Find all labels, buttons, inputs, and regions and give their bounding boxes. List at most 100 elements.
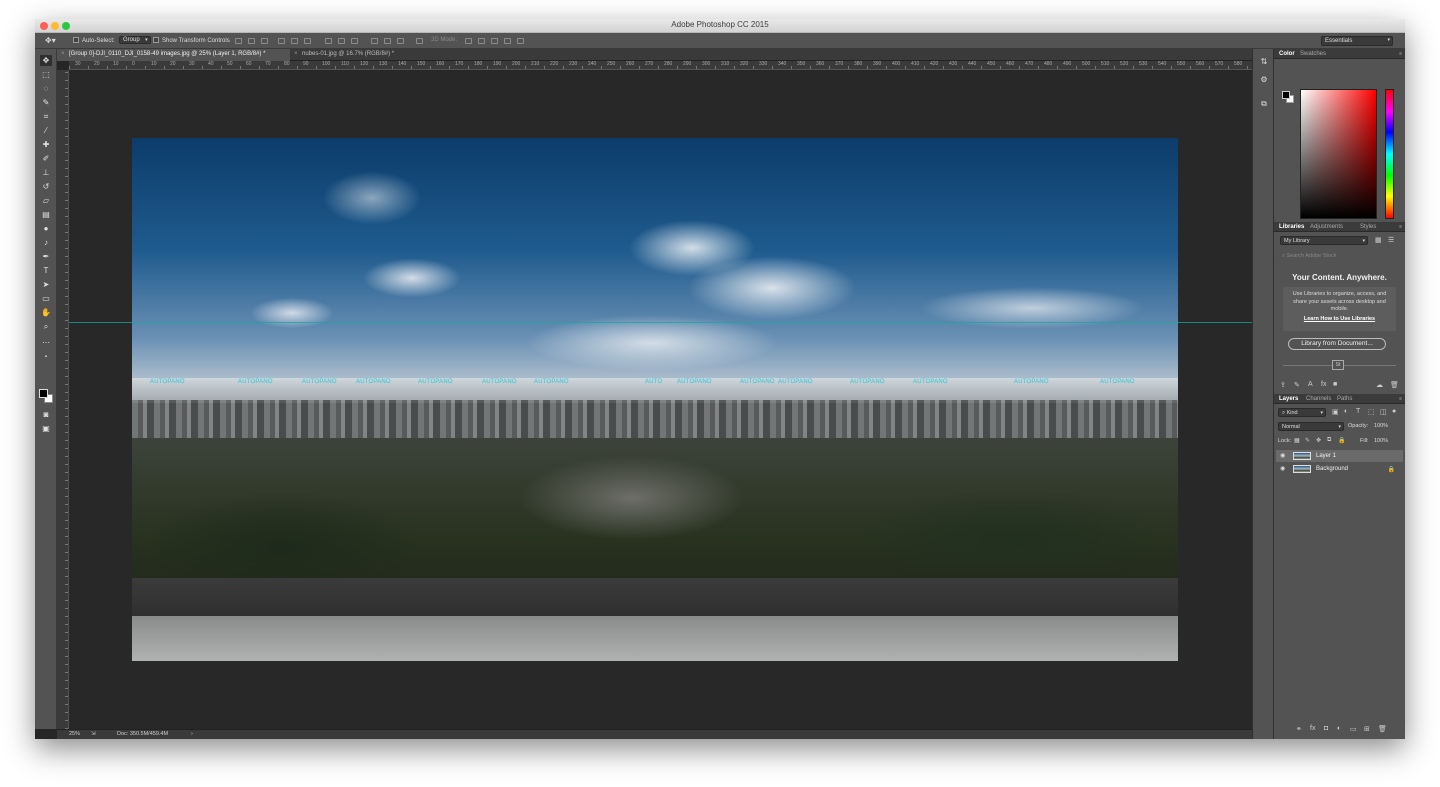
distribute-center-icon[interactable]	[338, 38, 345, 44]
trash-icon[interactable]: 🗑	[1390, 381, 1399, 389]
tab-document-1[interactable]: × [Group 0]-DJI_0110_DJI_0158-49 images.…	[57, 49, 290, 61]
rectangle-tool-icon[interactable]: ▭	[40, 293, 52, 304]
align-right-icon[interactable]	[304, 38, 311, 44]
zoom-tool-icon[interactable]: ⌕	[40, 321, 52, 332]
quick-mask-icon[interactable]: ◙	[40, 409, 52, 420]
layer-filter-select[interactable]: ⌕ Kind	[1278, 408, 1326, 417]
3d-rotate-icon[interactable]	[465, 38, 472, 44]
document-size[interactable]: Doc: 350.5M/459.4M	[117, 731, 168, 737]
history-brush-tool-icon[interactable]: ↺	[40, 181, 52, 192]
brush-tool-icon[interactable]: ✐	[40, 153, 52, 164]
new-group-icon[interactable]: ▭	[1350, 725, 1357, 733]
screen-mode-icon[interactable]: ▣	[40, 423, 52, 434]
close-tab-icon[interactable]: ×	[294, 51, 298, 57]
filter-pixel-icon[interactable]: ▣	[1332, 408, 1339, 416]
library-from-document-button[interactable]: Library from Document...	[1288, 338, 1386, 350]
history-icon[interactable]: ⇅	[1258, 57, 1270, 68]
tab-paths[interactable]: Paths	[1337, 396, 1352, 402]
layer-style-icon[interactable]: fx	[1310, 725, 1315, 732]
link-layers-icon[interactable]: ⚭	[1296, 725, 1302, 733]
horizontal-guide[interactable]	[69, 322, 1252, 323]
panel-menu-icon[interactable]: ≡	[1399, 224, 1402, 230]
tab-document-2[interactable]: × nubes-01.jpg @ 16.7% (RGB/8#) *	[290, 49, 420, 61]
move-tool-icon[interactable]: ✥	[40, 55, 52, 66]
add-text-icon[interactable]: A	[1308, 381, 1313, 388]
dodge-tool-icon[interactable]: ♪	[40, 237, 52, 248]
3d-pan-icon[interactable]	[491, 38, 498, 44]
pen-tool-icon[interactable]: ✒	[40, 251, 52, 262]
cloud-sync-icon[interactable]: ☁	[1376, 381, 1383, 389]
color-picker-field[interactable]	[1300, 89, 1377, 219]
vertical-ruler[interactable]	[57, 70, 69, 729]
3d-slide-icon[interactable]	[504, 38, 511, 44]
distribute-hcenter-icon[interactable]	[384, 38, 391, 44]
path-selection-tool-icon[interactable]: ➤	[40, 279, 52, 290]
distribute-top-icon[interactable]	[325, 38, 332, 44]
hue-slider[interactable]	[1385, 89, 1394, 219]
3d-roll-icon[interactable]	[478, 38, 485, 44]
3d-scale-icon[interactable]	[517, 38, 524, 44]
opacity-value[interactable]: 100%	[1374, 423, 1388, 429]
workspace-dropdown[interactable]: Essentials	[1321, 36, 1393, 46]
learn-libraries-link[interactable]: Learn How to Use Libraries	[1289, 316, 1390, 324]
distribute-bottom-icon[interactable]	[351, 38, 358, 44]
tab-layers[interactable]: Layers	[1279, 396, 1298, 402]
new-layer-icon[interactable]: ⊞	[1364, 725, 1370, 733]
filter-shape-icon[interactable]: ⬚	[1368, 408, 1375, 416]
library-select[interactable]: My Library	[1280, 236, 1368, 245]
healing-brush-tool-icon[interactable]: ✚	[40, 139, 52, 150]
lasso-tool-icon[interactable]: ◌	[40, 83, 52, 94]
adjustment-layer-icon[interactable]: ◐	[1337, 725, 1341, 732]
canvas-area[interactable]: AUTOPANO AUTOPANO AUTOPANO AUTOPANO AUTOPANO…	[69, 71, 1252, 729]
status-menu-icon[interactable]: ›	[191, 731, 193, 737]
auto-select-checkbox[interactable]: Auto-Select:	[73, 37, 115, 44]
align-vertical-center-icon[interactable]	[248, 38, 255, 44]
hand-tool-icon[interactable]: ✋	[40, 307, 52, 318]
tab-libraries[interactable]: Libraries	[1279, 224, 1304, 230]
add-mask-icon[interactable]: ◘	[1324, 725, 1328, 732]
export-icon[interactable]: ⇲	[91, 731, 96, 737]
filter-smart-object-icon[interactable]: ◫	[1380, 408, 1387, 416]
tab-adjustments[interactable]: Adjustments	[1310, 224, 1343, 230]
distribute-left-icon[interactable]	[371, 38, 378, 44]
filter-type-icon[interactable]: T	[1356, 408, 1360, 415]
type-tool-icon[interactable]: T	[40, 265, 52, 276]
add-content-icon[interactable]: ⇪	[1280, 381, 1286, 389]
visibility-eye-icon[interactable]: ◉	[1280, 452, 1285, 459]
visibility-eye-icon[interactable]: ◉	[1280, 465, 1285, 472]
stock-search-input[interactable]: ⌕ Search Adobe Stock	[1278, 251, 1400, 260]
tab-channels[interactable]: Channels	[1306, 396, 1331, 402]
add-graphic-icon[interactable]: ✎	[1294, 381, 1300, 389]
panel-menu-icon[interactable]: ≡	[1399, 51, 1402, 57]
marquee-tool-icon[interactable]: ⬚	[40, 69, 52, 80]
move-tool-preset-icon[interactable]: ✥▾	[45, 36, 56, 45]
align-horizontal-center-icon[interactable]	[291, 38, 298, 44]
properties-icon[interactable]: ⚙	[1258, 75, 1270, 86]
lock-image-icon[interactable]: ✎	[1305, 437, 1310, 444]
foreground-background-colors[interactable]	[39, 389, 55, 405]
eraser-tool-icon[interactable]: ▱	[40, 195, 52, 206]
clone-stamp-tool-icon[interactable]: ⊥	[40, 167, 52, 178]
list-view-icon[interactable]: ☰	[1388, 236, 1394, 244]
foreground-color-swatch[interactable]	[39, 389, 48, 398]
show-transform-controls-checkbox[interactable]: Show Transform Controls	[153, 37, 230, 44]
glyphs-icon[interactable]: ⧉	[1258, 99, 1270, 110]
tab-styles[interactable]: Styles	[1360, 224, 1376, 230]
blur-tool-icon[interactable]: ●	[40, 223, 52, 234]
default-colors-icon[interactable]: ▪	[40, 351, 52, 362]
add-layer-style-icon[interactable]: fx	[1321, 381, 1326, 388]
lock-artboard-icon[interactable]: ⧉	[1327, 437, 1331, 444]
quick-selection-tool-icon[interactable]: ✎	[40, 97, 52, 108]
tab-color[interactable]: Color	[1279, 51, 1295, 57]
align-bottom-icon[interactable]	[261, 38, 268, 44]
close-tab-icon[interactable]: ×	[61, 51, 65, 57]
crop-tool-icon[interactable]: ⌗	[40, 111, 52, 122]
zoom-level[interactable]: 25%	[69, 731, 80, 737]
tab-swatches[interactable]: Swatches	[1300, 51, 1326, 57]
horizontal-ruler[interactable]: 30 20 10 0 10 20 30 40 50 60 70 80 90 100 110 120 130 140…	[69, 61, 1252, 70]
adobe-stock-badge[interactable]: St	[1332, 360, 1344, 370]
delete-layer-icon[interactable]: 🗑	[1378, 725, 1387, 733]
auto-align-layers-icon[interactable]	[416, 38, 423, 44]
layer-row-layer-1[interactable]: ◉ Layer 1	[1276, 450, 1403, 462]
add-color-icon[interactable]: ■	[1333, 381, 1337, 388]
